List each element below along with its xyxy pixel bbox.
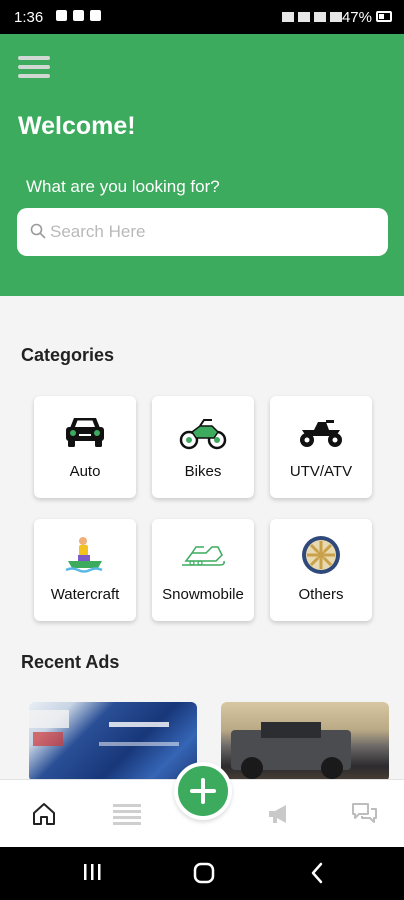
atv-icon [300,420,342,447]
home-icon[interactable] [30,800,58,828]
battery-icon [376,11,392,22]
motorcycle-icon [179,419,227,450]
recent-apps-icon[interactable] [82,861,102,883]
search-bar[interactable] [17,208,388,256]
wifi-icon [298,12,310,22]
ad-card-watercraft[interactable] [29,702,197,782]
category-others[interactable]: Others [270,519,372,621]
chat-icon[interactable] [350,800,378,828]
jetski-icon [65,537,103,573]
back-icon[interactable] [308,861,326,885]
ad-card-truck[interactable] [221,702,389,782]
signal-icon [330,12,342,22]
add-ad-button[interactable] [174,762,232,820]
categories-title: Categories [21,345,115,365]
hamburger-menu-icon[interactable] [18,56,50,80]
wheel-icon [302,536,340,574]
category-label: Bikes [184,463,222,480]
status-bar: 1:36 47% [0,0,404,34]
category-auto[interactable]: Auto [34,396,136,498]
category-label: Snowmobile [162,586,244,603]
megaphone-icon[interactable] [266,800,294,828]
system-nav-bar [0,847,404,900]
search-input[interactable] [50,208,380,256]
status-time: 1:36 [14,9,44,26]
welcome-title: Welcome! [18,112,136,140]
battery-percent: 47% [341,9,372,26]
recent-ads-title: Recent Ads [21,652,120,672]
category-label: Watercraft [50,586,120,603]
list-icon[interactable] [112,800,142,828]
category-snowmobile[interactable]: Snowmobile [152,519,254,621]
category-utv-atv[interactable]: UTV/ATV [270,396,372,498]
car-icon [66,418,104,447]
search-prompt: What are you looking for? [26,177,220,196]
alarm-icon [282,12,294,22]
category-label: UTV/ATV [289,463,353,480]
category-label: Auto [69,463,101,480]
signal-icon [314,12,326,22]
header: Welcome! What are you looking for? [0,34,404,296]
notification-icon [90,10,101,21]
signal-icons [282,12,342,22]
search-icon [30,223,46,239]
notification-icons [56,10,101,21]
snowmobile-icon [182,546,225,566]
category-watercraft[interactable]: Watercraft [34,519,136,621]
home-button-icon[interactable] [192,861,216,885]
category-bikes[interactable]: Bikes [152,396,254,498]
notification-icon [73,10,84,21]
notification-icon [56,10,67,21]
category-label: Others [298,586,344,603]
